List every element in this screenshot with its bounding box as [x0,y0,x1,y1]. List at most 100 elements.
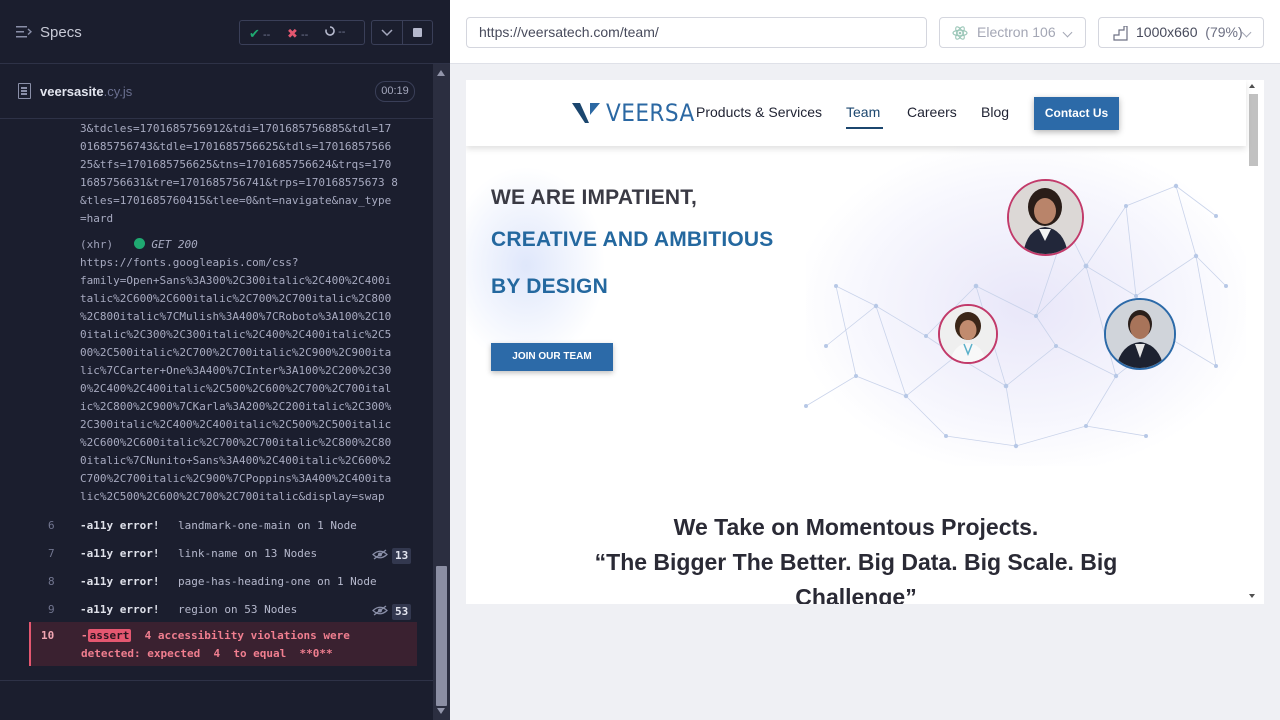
assertion-message: 4 accessibility violations were [131,629,350,642]
spec-file-name: veersasite.cy.js [40,84,132,99]
scroll-down-arrow-icon[interactable] [1249,594,1255,598]
hero-heading-line-3: BY DESIGN [491,275,608,298]
command-message: link-name on 13 Nodes [178,547,318,560]
site-header: VEERSA Products & Services Team Careers … [466,80,1246,146]
command-row[interactable]: 9 -a11y error! region on 53 Nodes 53 [0,596,433,624]
reporter-scrollbar[interactable] [433,64,450,720]
hero-heading-line-1: WE ARE IMPATIENT, [491,186,698,209]
app-under-test-frame: VEERSA Products & Services Team Careers … [466,80,1264,604]
browser-name: Electron 106 [977,24,1056,40]
command-message: landmark-one-main on 1 Node [178,519,357,532]
command-row[interactable]: 6 -a11y error! landmark-one-main on 1 No… [0,512,433,540]
command-message: region on 53 Nodes [178,603,298,616]
tagline-line-1: We Take on Momentous Projects. [673,514,1039,540]
command-row[interactable]: 7 -a11y error! link-name on 13 Nodes 13 [0,540,433,568]
command-number: 10 [41,629,55,642]
command-name: -a11y error! [80,575,160,588]
element-count-badge: 53 [392,604,412,620]
command-name: -a11y error! [80,603,160,616]
test-stats: ✔ -- ✖ -- -- [239,20,365,45]
xhr-entry-header[interactable]: (xhr) GET 200 [80,236,198,254]
command-row[interactable]: 8 -a11y error! page-has-heading-one on 1… [0,568,433,596]
command-name: -a11y error! [80,519,160,532]
person-photo [940,306,996,362]
xhr-method: GET 200 [151,238,198,251]
chevron-down-icon [1241,27,1252,38]
control-divider [402,21,403,44]
electron-icon [952,26,968,40]
assert-tag: assert [87,629,132,642]
command-number: 6 [48,519,55,532]
scroll-up-arrow-icon[interactable] [1249,84,1255,88]
site-scrollbar[interactable] [1246,80,1264,604]
xhr-url: https://fonts.googleapis.com/css? family… [80,256,392,503]
pending-count: -- [338,26,346,38]
viewport-size: 1000x660 [1136,24,1198,40]
team-member-avatar [938,304,998,364]
team-member-avatar [1007,179,1084,256]
nav-careers[interactable]: Careers [907,104,957,120]
scroll-down-arrow-icon[interactable] [437,708,445,714]
log-url-tail: 3&tdcles=1701685756912&tdi=1701685756885… [80,122,398,225]
hero-section: WE ARE IMPATIENT, CREATIVE AND AMBITIOUS… [466,146,1246,516]
viewport-label: 1000x660 (79%) [1136,18,1243,47]
command-number: 8 [48,575,55,588]
failed-count: -- [300,29,309,41]
scrollbar-thumb[interactable] [1249,94,1258,166]
tagline-line-2: “The Bigger The Better. Big Data. Big Sc… [594,549,1118,575]
x-icon: ✖ [287,26,298,41]
active-nav-underline [846,127,883,129]
veersa-logo-mark-icon [572,103,600,123]
passed-stat: ✔ -- [249,26,270,42]
tagline-line-3: Challenge” [795,584,917,604]
command-message: page-has-heading-one on 1 Node [178,575,377,588]
chevron-down-icon[interactable] [381,29,393,37]
spec-file-basename: veersasite [40,84,104,99]
nav-blog[interactable]: Blog [981,104,1009,120]
browser-selector[interactable]: Electron 106 [939,17,1086,48]
duration-timer: 00:19 [375,81,415,102]
ruler-icon [1113,26,1128,41]
check-icon: ✔ [249,26,260,41]
nav-products-services[interactable]: Products & Services [696,104,822,120]
eye-slash-icon [372,549,388,560]
command-name: -a11y error! [80,547,160,560]
eye-slash-icon [372,605,388,616]
person-photo [1009,181,1082,254]
status-dot-icon [133,238,145,249]
failed-stat: ✖ -- [287,26,308,42]
viewport-selector[interactable]: 1000x660 (79%) [1098,17,1264,48]
command-number: 9 [48,603,55,616]
document-icon [18,83,31,99]
aut-header: https://veersatech.com/team/ Electron 10… [450,0,1280,64]
run-controls [371,20,433,45]
pending-spinner-icon [325,26,335,36]
nav-team[interactable]: Team [846,104,880,120]
join-our-team-button[interactable]: JOIN OUR TEAM [491,343,613,371]
pending-stat: -- [325,26,345,38]
url-bar[interactable]: https://veersatech.com/team/ [466,17,927,48]
specs-list-icon[interactable] [16,25,32,39]
spec-file-extension: .cy.js [103,84,133,99]
specs-header: Specs ✔ -- ✖ -- -- [0,0,450,64]
scroll-up-arrow-icon[interactable] [437,70,445,76]
person-photo [1106,300,1174,368]
zoom-level: (79%) [1205,24,1243,40]
stop-icon[interactable] [413,28,422,37]
assertion-line-2: detected: expected 4 to equal **0** [81,647,333,660]
assertion-prefix: - [81,629,88,642]
failed-assertion[interactable]: 10 - assert 4 accessibility violations we… [29,622,417,666]
specs-title[interactable]: Specs [40,24,82,41]
hero-heading-line-2: CREATIVE AND AMBITIOUS [491,228,774,251]
command-log: 3&tdcles=1701685756912&tdi=1701685756885… [0,120,433,680]
chevron-down-icon [1062,27,1073,38]
xhr-label: (xhr) [80,238,114,251]
reporter-footer-divider [0,680,433,681]
logo-wordmark: VEERSA [606,99,695,127]
spec-file-row[interactable]: veersasite.cy.js [0,65,433,119]
scrollbar-thumb[interactable] [436,566,447,706]
element-count-badge: 13 [392,548,412,564]
aut-panel: https://veersatech.com/team/ Electron 10… [450,0,1280,720]
passed-count: -- [262,29,271,41]
contact-us-button[interactable]: Contact Us [1034,97,1119,130]
